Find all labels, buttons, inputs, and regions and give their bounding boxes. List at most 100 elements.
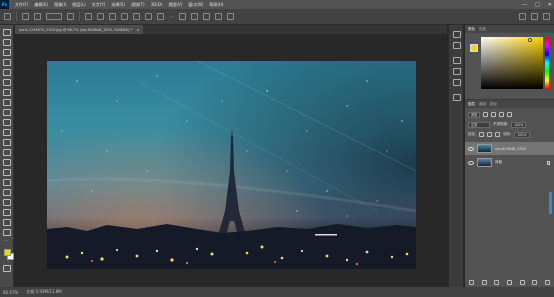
3d-mode-icon[interactable] xyxy=(178,13,186,20)
history-panel-icon[interactable] xyxy=(453,31,461,38)
3d-scale-icon[interactable] xyxy=(226,13,234,20)
align-right-icon[interactable] xyxy=(109,13,116,20)
align-top-icon[interactable] xyxy=(121,13,128,20)
eye-icon[interactable] xyxy=(468,160,474,165)
auto-select-dropdown[interactable] xyxy=(46,13,62,20)
distribute-icon[interactable] xyxy=(157,13,164,20)
share-icon[interactable] xyxy=(543,13,550,20)
document-canvas[interactable] xyxy=(47,61,416,269)
tab-layers[interactable]: 图层 xyxy=(468,102,475,106)
quick-select-tool-icon[interactable] xyxy=(3,59,11,66)
brush-tool-icon[interactable] xyxy=(3,109,11,116)
foreground-color-swatch[interactable] xyxy=(4,249,11,256)
document-tab[interactable]: paris-1245970_1920.jpg @ 66.7% (sky-8298… xyxy=(15,25,144,34)
3d-slide-icon[interactable] xyxy=(214,13,222,20)
history-brush-tool-icon[interactable] xyxy=(3,129,11,136)
menu-layer[interactable]: 图层(L) xyxy=(72,2,85,8)
fill-input[interactable]: 100% xyxy=(514,131,530,138)
blend-mode-dropdown[interactable]: 正常 xyxy=(468,121,490,128)
align-center-icon[interactable] xyxy=(97,13,104,20)
link-layers-icon[interactable] xyxy=(468,279,474,285)
lasso-tool-icon[interactable] xyxy=(3,49,11,56)
pen-tool-icon[interactable] xyxy=(3,179,11,186)
align-middle-icon[interactable] xyxy=(133,13,140,20)
layer-row-sky[interactable]: sky-829846_1920 xyxy=(465,142,554,155)
eraser-tool-icon[interactable] xyxy=(3,139,11,146)
quick-mask-icon[interactable] xyxy=(3,265,11,272)
eye-icon[interactable] xyxy=(468,146,474,151)
more-tools-icon[interactable]: ··· xyxy=(3,239,11,246)
hue-slider[interactable] xyxy=(545,37,549,89)
move-icon[interactable] xyxy=(22,13,29,20)
menu-file[interactable]: 文件(F) xyxy=(15,2,28,8)
healing-brush-tool-icon[interactable] xyxy=(3,99,11,106)
tab-color[interactable]: 颜色 xyxy=(468,27,475,31)
new-group-icon[interactable] xyxy=(519,279,525,285)
layer-row-background[interactable]: 背景 xyxy=(465,156,554,169)
move-tool-icon[interactable] xyxy=(3,29,11,36)
new-layer-icon[interactable] xyxy=(532,279,538,285)
path-select-tool-icon[interactable] xyxy=(3,199,11,206)
color-picker-field[interactable] xyxy=(481,37,543,89)
close-button[interactable]: ✕ xyxy=(548,2,552,8)
filter-pixel-icon[interactable] xyxy=(483,112,489,117)
paragraph-panel-icon[interactable] xyxy=(453,68,461,75)
maximize-button[interactable]: □ xyxy=(535,2,540,8)
search-icon[interactable] xyxy=(519,13,526,20)
frame-tool-icon[interactable] xyxy=(3,79,11,86)
minimize-button[interactable]: — xyxy=(522,2,527,8)
menu-window[interactable]: 窗口(W) xyxy=(188,2,203,8)
document-info[interactable]: 文档:5.93M/11.8M xyxy=(26,289,61,295)
clone-stamp-tool-icon[interactable] xyxy=(3,119,11,126)
adjustments-panel-icon[interactable] xyxy=(453,57,461,64)
marquee-tool-icon[interactable] xyxy=(3,39,11,46)
adjustment-layer-icon[interactable] xyxy=(506,279,512,285)
zoom-level[interactable]: 66.67% xyxy=(3,290,18,295)
lock-pixels-icon[interactable] xyxy=(479,132,485,137)
align-left-icon[interactable] xyxy=(85,13,92,20)
layer-filter-dropdown[interactable]: 类型 xyxy=(468,111,481,118)
menu-help[interactable]: 帮助(H) xyxy=(209,2,223,8)
foreground-color-swatch[interactable] xyxy=(470,44,478,52)
lock-all-icon[interactable] xyxy=(495,132,501,137)
auto-select-checkbox[interactable] xyxy=(34,13,41,20)
filter-shape-icon[interactable] xyxy=(507,112,513,117)
tab-channels[interactable]: 通道 xyxy=(479,102,486,106)
text-tool-icon[interactable] xyxy=(3,189,11,196)
shape-tool-icon[interactable] xyxy=(3,209,11,216)
tab-paths[interactable]: 路径 xyxy=(490,102,497,106)
eyedropper-tool-icon[interactable] xyxy=(3,89,11,96)
workspace-icon[interactable] xyxy=(531,13,538,20)
filter-type-icon[interactable] xyxy=(499,112,505,117)
delete-layer-icon[interactable] xyxy=(545,279,551,285)
menu-view[interactable]: 视图(V) xyxy=(168,2,182,8)
menu-type[interactable]: 文字(Y) xyxy=(92,2,106,8)
3d-pan-icon[interactable] xyxy=(202,13,210,20)
properties-panel-icon[interactable] xyxy=(453,42,461,49)
3d-rotate-icon[interactable] xyxy=(190,13,198,20)
more-options-icon[interactable]: ··· xyxy=(169,14,174,20)
layer-name[interactable]: 背景 xyxy=(495,160,502,165)
panel-scrollbar[interactable] xyxy=(549,192,552,214)
canvas-area[interactable] xyxy=(15,34,447,286)
character-panel-icon[interactable] xyxy=(453,79,461,86)
gradient-tool-icon[interactable] xyxy=(3,149,11,156)
layer-style-icon[interactable] xyxy=(481,279,487,285)
opacity-input[interactable]: 100% xyxy=(511,121,527,128)
layer-name[interactable]: sky-829846_1920 xyxy=(495,147,526,151)
add-mask-icon[interactable] xyxy=(494,279,500,285)
lock-position-icon[interactable] xyxy=(487,132,493,137)
zoom-tool-icon[interactable] xyxy=(3,229,11,236)
menu-filter[interactable]: 滤镜(T) xyxy=(131,2,145,8)
align-bottom-icon[interactable] xyxy=(145,13,152,20)
transform-controls-checkbox[interactable] xyxy=(67,13,74,20)
hand-tool-icon[interactable] xyxy=(3,219,11,226)
tab-swatches[interactable]: 色板 xyxy=(479,27,486,31)
crop-tool-icon[interactable] xyxy=(3,69,11,76)
blur-tool-icon[interactable] xyxy=(3,159,11,166)
dodge-tool-icon[interactable] xyxy=(3,169,11,176)
close-tab-icon[interactable]: × xyxy=(136,28,139,32)
menu-edit[interactable]: 编辑(E) xyxy=(34,2,48,8)
menu-3d[interactable]: 3D(D) xyxy=(151,2,163,7)
menu-select[interactable]: 选择(S) xyxy=(111,2,125,8)
